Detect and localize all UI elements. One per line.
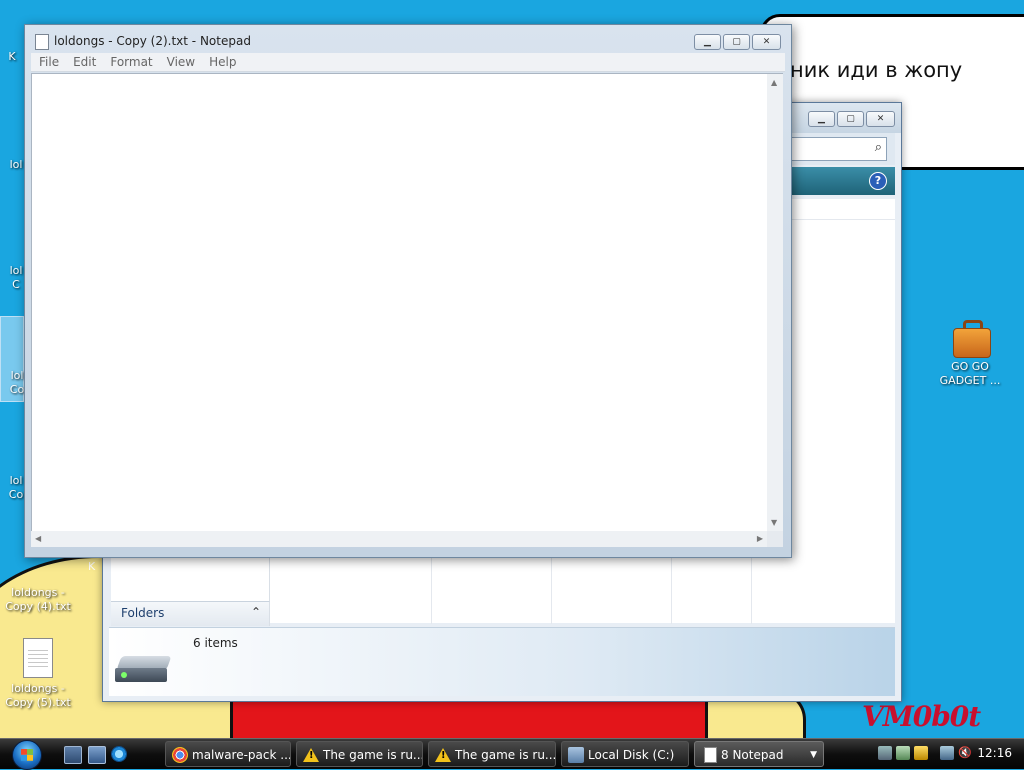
close-button[interactable]: ✕ [752, 34, 781, 50]
menu-bar: File Edit Format View Help [31, 53, 785, 72]
warning-icon: ! [435, 747, 451, 763]
desktop-icon-partial[interactable]: K [88, 560, 95, 573]
chevron-down-icon: ▼ [810, 750, 817, 760]
column-dividers [271, 558, 901, 624]
taskbar: malware-pack ... ! The game is ru... ! T… [0, 738, 1024, 770]
chevron-up-icon: ⌃ [250, 605, 261, 619]
speech-bubble-text: ник иди в жопу [790, 58, 963, 82]
minimize-button[interactable]: ▁ [694, 34, 721, 50]
watermark: VM0b0t [862, 700, 981, 733]
start-button[interactable] [8, 739, 48, 770]
notepad-icon [35, 34, 49, 50]
window-title: loldongs - Copy (2).txt - Notepad [54, 34, 251, 48]
folders-toggle[interactable]: Folders ⌃ [111, 601, 270, 626]
taskbar-item-malware-pack[interactable]: malware-pack ... [165, 741, 291, 767]
taskbar-item-game-running-2[interactable]: ! The game is ru... [428, 741, 556, 767]
switch-windows-icon[interactable] [88, 746, 106, 764]
menu-edit[interactable]: Edit [66, 53, 103, 71]
internet-explorer-icon[interactable] [111, 746, 127, 762]
menu-format[interactable]: Format [103, 53, 159, 71]
volume-muted-icon[interactable]: 🔇 [958, 746, 972, 760]
search-input[interactable]: ⌕ [779, 137, 887, 161]
menu-file[interactable]: File [31, 53, 66, 71]
taskbar-item-local-disk[interactable]: Local Disk (C:) [561, 741, 689, 767]
tray-network-icon[interactable] [878, 746, 892, 760]
chrome-icon [172, 747, 188, 763]
wallpaper-red-shape [230, 700, 716, 738]
resize-grip[interactable] [767, 531, 783, 547]
text-file-icon [23, 638, 53, 678]
navigation-pane [111, 558, 270, 602]
help-icon[interactable]: ? [869, 172, 887, 190]
scroll-up-icon[interactable]: ▲ [771, 78, 777, 87]
maximize-button[interactable]: ▢ [723, 34, 750, 50]
windows-logo-icon [12, 740, 42, 770]
folders-label: Folders [121, 606, 165, 620]
briefcase-icon [951, 318, 991, 358]
clock[interactable]: 12:16 [977, 746, 1012, 760]
taskbar-item-game-running-1[interactable]: ! The game is ru... [296, 741, 423, 767]
notepad-window: loldongs - Copy (2).txt - Notepad ▁ ▢ ✕ … [24, 24, 792, 558]
warning-icon: ! [303, 747, 319, 763]
item-count: 6 items [193, 636, 238, 650]
tray-app-icon[interactable] [896, 746, 910, 760]
desktop-icon-selected[interactable]: lol Co [0, 316, 24, 402]
tray-app-icon[interactable] [914, 746, 928, 760]
system-tray: 🔇 12:16 [874, 739, 1024, 769]
notepad-icon [704, 747, 717, 763]
desktop-icon-loldongs-copy-4[interactable]: loldongs - Copy (4).txt [0, 560, 76, 614]
vertical-scrollbar[interactable]: ▲ ▼ [767, 73, 783, 531]
text-editor[interactable] [31, 73, 775, 532]
show-desktop-icon[interactable] [64, 746, 82, 764]
menu-view[interactable]: View [160, 53, 202, 71]
close-button[interactable]: ✕ [866, 111, 895, 127]
menu-help[interactable]: Help [202, 53, 243, 71]
desktop-icon-go-go-gadget[interactable]: GO GO GADGET ... [932, 318, 1008, 388]
search-icon[interactable]: ⌕ [875, 140, 882, 155]
scroll-down-icon[interactable]: ▼ [771, 518, 777, 527]
minimize-button[interactable]: ▁ [808, 111, 835, 127]
hard-drive-icon [115, 656, 173, 688]
scroll-left-icon[interactable]: ◀ [35, 534, 41, 543]
tray-monitor-icon[interactable] [940, 746, 954, 760]
maximize-button[interactable]: ▢ [837, 111, 864, 127]
details-pane: 6 items [109, 627, 895, 696]
scroll-right-icon[interactable]: ▶ [757, 534, 763, 543]
taskbar-item-notepad-group[interactable]: 8 Notepad ▼ [694, 741, 824, 767]
folder-icon [568, 747, 584, 763]
desktop-icon-loldongs-copy-5[interactable]: loldongs - Copy (5).txt [0, 638, 76, 710]
horizontal-scrollbar[interactable]: ◀ ▶ [31, 531, 767, 547]
